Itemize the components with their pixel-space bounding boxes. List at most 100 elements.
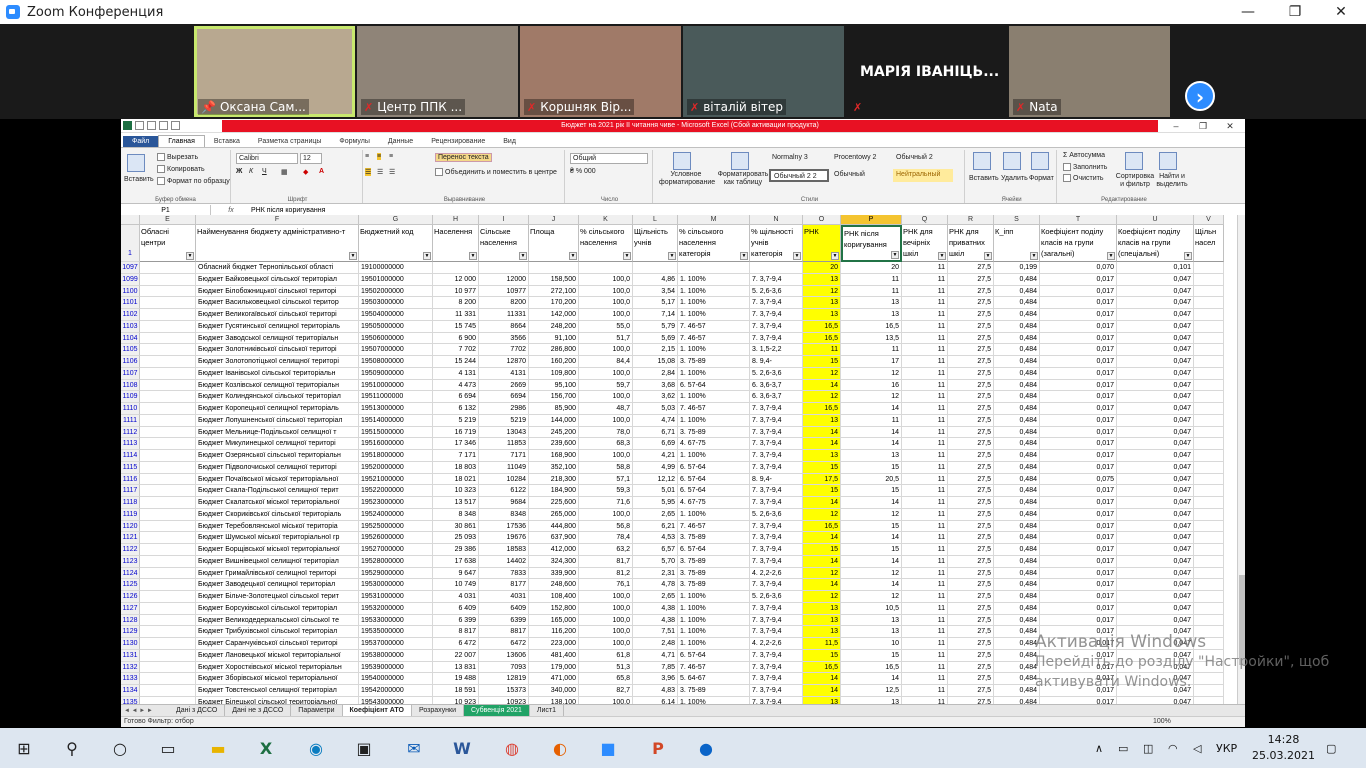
table-cell[interactable]: 27,5 [948, 661, 994, 674]
table-cell[interactable]: 14 [803, 426, 841, 439]
table-cell[interactable]: 6694 [479, 391, 529, 403]
table-cell[interactable]: 5,69 [633, 332, 678, 345]
row-header[interactable]: 1128 [121, 614, 140, 627]
table-cell[interactable]: Бюджет Байковецької сільської територіал [196, 273, 359, 286]
table-cell[interactable]: Бюджет Трибухівської сільської територіа… [196, 626, 359, 638]
table-cell[interactable]: 56,8 [579, 520, 633, 533]
table-cell[interactable] [1194, 426, 1224, 439]
row-header[interactable]: 1135 [121, 696, 140, 704]
table-cell[interactable]: 14 [841, 497, 902, 509]
filter-dropdown-icon[interactable]: ▼ [349, 252, 357, 260]
table-cell[interactable] [1194, 297, 1224, 309]
wifi-icon[interactable]: ◠ [1168, 728, 1178, 768]
table-cell[interactable]: 0,017 [1040, 332, 1117, 345]
table-cell[interactable]: 13 [803, 414, 841, 427]
row-header[interactable]: 1120 [121, 520, 140, 533]
style-normal22[interactable]: Обычный 2 2 [769, 169, 829, 182]
table-cell[interactable]: 51,7 [579, 332, 633, 345]
table-cell[interactable]: 0,017 [1040, 508, 1117, 521]
table-cell[interactable]: 3. 1,5-2,2 [750, 344, 803, 356]
table-cell[interactable] [140, 544, 196, 556]
table-cell[interactable]: 27,5 [948, 450, 994, 462]
header-cell[interactable]: Коефіцієнт поділу класів на групи (загал… [1040, 225, 1117, 262]
table-cell[interactable]: 12 [841, 367, 902, 380]
table-cell[interactable] [140, 532, 196, 544]
filter-dropdown-icon[interactable]: ▼ [891, 251, 899, 259]
table-cell[interactable]: 12 [841, 508, 902, 521]
table-cell[interactable]: 0,047 [1117, 614, 1194, 627]
table-cell[interactable]: 8 348 [433, 508, 479, 521]
table-cell[interactable] [140, 685, 196, 697]
table-cell[interactable]: 14 [803, 379, 841, 392]
table-cell[interactable]: 7. 3,7-9,4 [750, 602, 803, 615]
table-cell[interactable]: 0,484 [994, 508, 1040, 521]
table-cell[interactable] [140, 673, 196, 685]
table-cell[interactable]: 6472 [479, 638, 529, 650]
table-cell[interactable]: 19676 [479, 532, 529, 544]
table-cell[interactable]: 11 [902, 649, 948, 662]
table-cell[interactable]: 6,71 [633, 426, 678, 439]
table-cell[interactable] [140, 579, 196, 591]
table-cell[interactable]: 27,5 [948, 638, 994, 650]
table-cell[interactable]: Бюджет Білецької сільської територіально… [196, 696, 359, 704]
table-cell[interactable]: 11 [902, 320, 948, 333]
table-cell[interactable]: 0,017 [1040, 555, 1117, 568]
table-cell[interactable]: 27,5 [948, 297, 994, 309]
participant-tile[interactable]: МАРІЯ ІВАНІЦЬ... ✗ [846, 26, 1007, 117]
table-cell[interactable]: 8. 9,4- [750, 473, 803, 486]
table-cell[interactable]: 14 [803, 555, 841, 568]
table-cell[interactable]: 0,047 [1117, 273, 1194, 286]
table-cell[interactable]: 19507000000 [359, 344, 433, 356]
table-cell[interactable]: 14 [841, 426, 902, 439]
column-header[interactable]: R [948, 215, 994, 225]
table-cell[interactable] [1194, 262, 1224, 274]
tab-view[interactable]: Вид [494, 136, 525, 147]
undo-icon[interactable] [147, 121, 156, 130]
table-cell[interactable]: 7093 [479, 661, 529, 674]
table-cell[interactable]: 1. 100% [678, 309, 750, 321]
table-cell[interactable]: 76,1 [579, 579, 633, 591]
table-cell[interactable] [140, 555, 196, 568]
table-cell[interactable]: 19509000000 [359, 367, 433, 380]
table-cell[interactable]: 11 [902, 614, 948, 627]
row-header[interactable]: 1125 [121, 579, 140, 591]
table-cell[interactable]: 11 [902, 579, 948, 591]
chrome-icon[interactable]: ◍ [500, 736, 524, 760]
sort-filter-button[interactable]: Сортировка и фильтр [1115, 173, 1155, 189]
row-header[interactable]: 1101 [121, 297, 140, 309]
row-header[interactable]: 1100 [121, 285, 140, 298]
table-cell[interactable]: 0,047 [1117, 579, 1194, 591]
copy-button[interactable]: Копировать [157, 165, 205, 173]
table-cell[interactable]: 7. 3,7-9,4 [750, 450, 803, 462]
table-cell[interactable]: 7,85 [633, 661, 678, 674]
table-cell[interactable]: 11331 [479, 309, 529, 321]
currency-icon[interactable]: ₴ % 000 [570, 168, 596, 175]
table-cell[interactable] [1194, 579, 1224, 591]
table-cell[interactable]: 19540000000 [359, 673, 433, 685]
table-cell[interactable]: 3566 [479, 332, 529, 345]
table-cell[interactable]: 11 [902, 367, 948, 380]
font-color-icon[interactable]: A [319, 168, 324, 175]
table-cell[interactable]: 4 131 [433, 367, 479, 380]
table-cell[interactable] [140, 273, 196, 286]
table-cell[interactable]: 272,100 [529, 285, 579, 298]
tab-home[interactable]: Главная [158, 135, 205, 147]
align-center-icon[interactable]: ☰ [377, 168, 383, 176]
table-cell[interactable]: 7171 [479, 450, 529, 462]
table-cell[interactable]: 12 [803, 508, 841, 521]
table-cell[interactable]: 19511000000 [359, 391, 433, 403]
table-cell[interactable]: 100,0 [579, 638, 633, 650]
wrap-text-button[interactable]: Перенос текста [435, 153, 492, 162]
table-cell[interactable] [1194, 461, 1224, 474]
table-cell[interactable]: 1. 100% [678, 367, 750, 380]
format-cells-icon[interactable] [1031, 152, 1049, 170]
table-cell[interactable]: 14 [803, 438, 841, 450]
firefox-icon[interactable]: ◐ [548, 736, 572, 760]
table-cell[interactable]: 10,5 [841, 602, 902, 615]
table-cell[interactable]: 1. 100% [678, 273, 750, 286]
table-cell[interactable]: 5,79 [633, 320, 678, 333]
table-cell[interactable]: 100,0 [579, 696, 633, 704]
table-cell[interactable]: 13 [841, 297, 902, 309]
tray-chevron-icon[interactable]: ∧ [1095, 728, 1103, 768]
word-icon[interactable]: W [450, 736, 474, 760]
